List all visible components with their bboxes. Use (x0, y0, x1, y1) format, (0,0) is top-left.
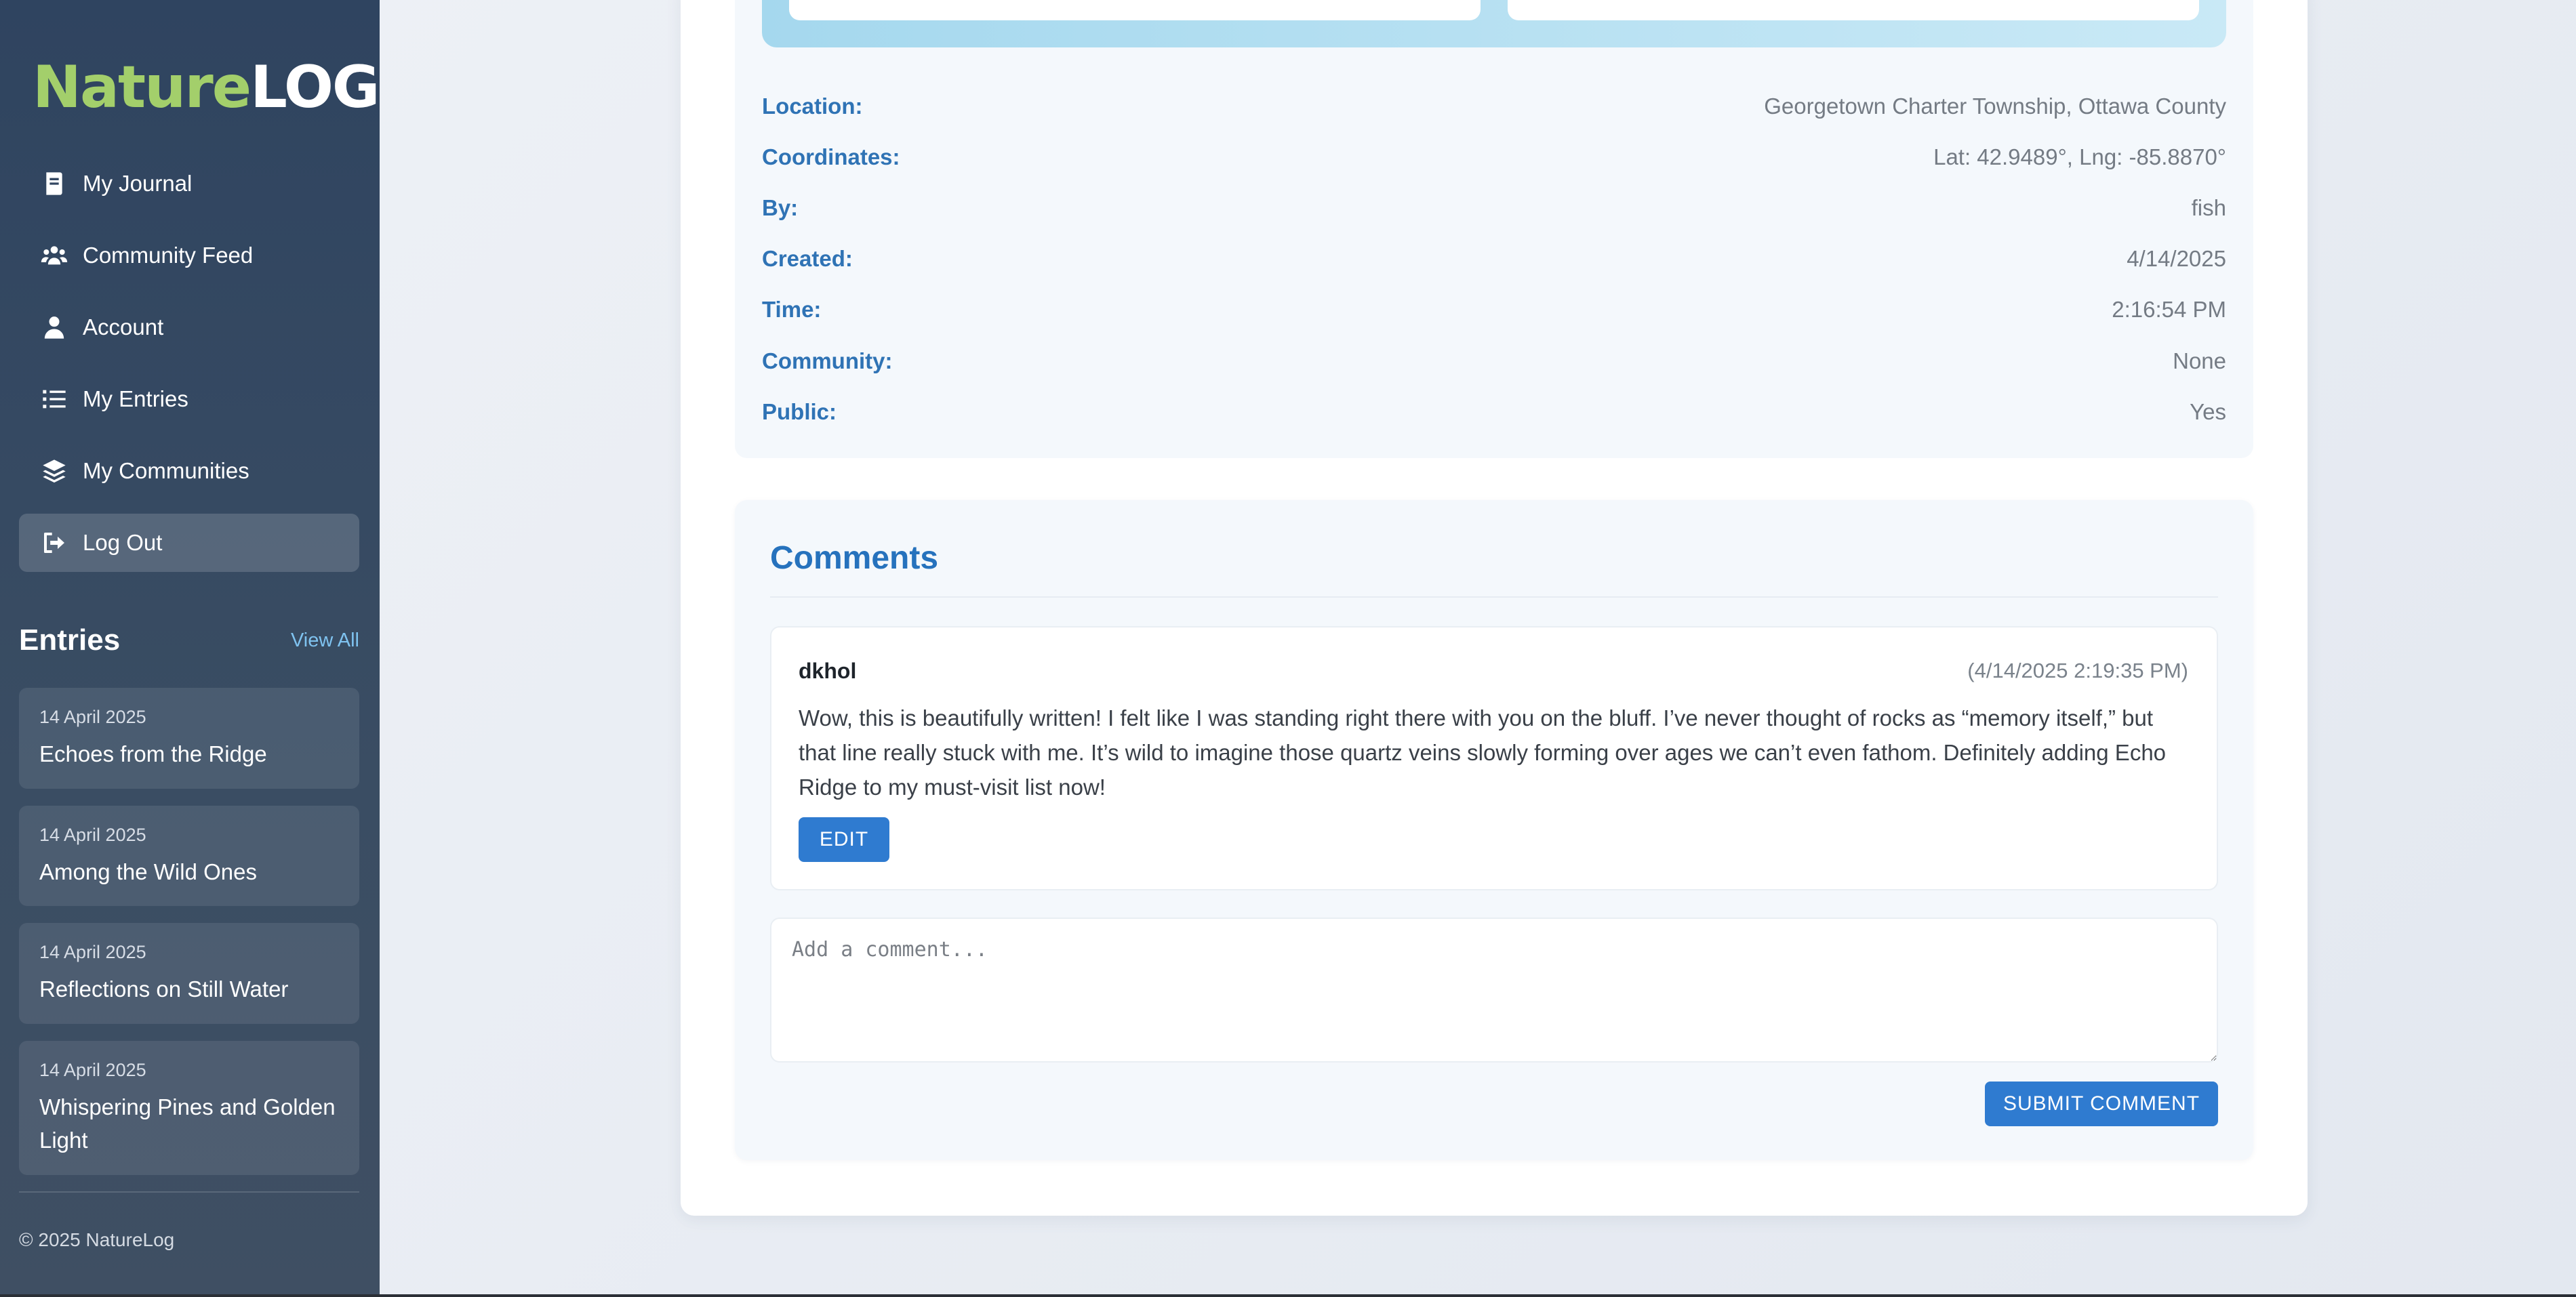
window-bottom-edge (0, 1294, 2576, 1297)
comment-body: Wow, this is beautifully written! I felt… (799, 705, 2167, 800)
copyright-text: © 2025 NatureLog (19, 1229, 175, 1250)
view-all-link[interactable]: View All (291, 630, 359, 652)
detail-value: None (2173, 348, 2226, 373)
layers-icon (39, 456, 69, 486)
detail-row-public: Public: Yes (762, 399, 2226, 425)
entries-header: Entries View All (19, 623, 359, 657)
users-icon (39, 241, 69, 270)
detail-label: Time: (762, 297, 822, 322)
detail-value: Georgetown Charter Township, Ottawa Coun… (1764, 94, 2226, 119)
comments-divider (770, 596, 2218, 598)
submit-comment-button[interactable]: SUBMIT COMMENT (1985, 1082, 2218, 1126)
logo-nature-text: Nature (33, 54, 251, 121)
detail-label: Created: (762, 246, 853, 271)
nav-item-label: Community Feed (83, 243, 254, 268)
logout-icon (39, 528, 69, 558)
detail-row-by: By: fish (762, 195, 2226, 221)
app-logo[interactable]: NatureLOG (33, 58, 380, 117)
nav-item-my-communities[interactable]: My Communities (19, 442, 359, 500)
nav-item-account[interactable]: Account (19, 298, 359, 356)
comment-author: dkhol (799, 659, 857, 683)
detail-label: Coordinates: (762, 144, 900, 169)
edit-comment-button[interactable]: EDIT (799, 817, 889, 862)
nav-item-my-entries[interactable]: My Entries (19, 370, 359, 428)
image-frame-left (789, 0, 1481, 20)
entry-card[interactable]: 14 April 2025 Whispering Pines and Golde… (19, 1040, 359, 1175)
nav-item-label: Log Out (83, 530, 163, 555)
entry-date: 14 April 2025 (39, 942, 146, 962)
nav-item-my-journal[interactable]: My Journal (19, 155, 359, 213)
detail-value: 4/14/2025 (2127, 246, 2226, 271)
detail-row-created: Created: 4/14/2025 (762, 246, 2226, 272)
entry-date: 14 April 2025 (39, 824, 146, 845)
sidebar: NatureLOG My Journal Community Feed Acco… (0, 0, 380, 1297)
entry-card[interactable]: 14 April 2025 Among the Wild Ones (19, 805, 359, 906)
entries-heading: Entries (19, 623, 121, 657)
nav-item-log-out[interactable]: Log Out (19, 514, 359, 572)
logo-log-text: LOG (250, 54, 380, 121)
detail-label: Public: (762, 399, 837, 424)
comment-input[interactable] (770, 918, 2218, 1063)
user-icon (39, 312, 69, 342)
detail-row-community: Community: None (762, 348, 2226, 374)
entry-card[interactable]: 14 April 2025 Reflections on Still Water (19, 923, 359, 1024)
sidebar-nav: My Journal Community Feed Account My Ent… (19, 155, 359, 585)
entry-title: Whispering Pines and Golden Light (39, 1094, 336, 1153)
nav-item-label: Account (83, 314, 164, 339)
nav-item-label: My Journal (83, 171, 193, 196)
entry-date: 14 April 2025 (39, 707, 146, 727)
comments-heading: Comments (770, 540, 939, 576)
entry-date: 14 April 2025 (39, 1059, 146, 1080)
detail-label: By: (762, 195, 799, 220)
entry-title: Echoes from the Ridge (39, 741, 267, 766)
detail-value: Yes (2190, 399, 2226, 424)
detail-label: Location: (762, 94, 863, 119)
comment-timestamp: (4/14/2025 2:19:35 PM) (1967, 659, 2188, 682)
list-icon (39, 384, 69, 414)
detail-row-coordinates: Coordinates: Lat: 42.9489°, Lng: -85.887… (762, 144, 2226, 170)
entry-card[interactable]: 14 April 2025 Echoes from the Ridge (19, 688, 359, 789)
image-frame-right (1508, 0, 2199, 20)
detail-value: fish (2191, 195, 2226, 220)
entry-title: Among the Wild Ones (39, 859, 257, 884)
nav-item-label: My Communities (83, 458, 249, 483)
sidebar-divider (19, 1191, 359, 1193)
detail-value: Lat: 42.9489°, Lng: -85.8870° (1933, 144, 2226, 169)
journal-icon (39, 169, 69, 199)
nav-item-community-feed[interactable]: Community Feed (19, 226, 359, 285)
detail-value: 2:16:54 PM (2112, 297, 2226, 322)
detail-row-location: Location: Georgetown Charter Township, O… (762, 94, 2226, 119)
detail-row-time: Time: 2:16:54 PM (762, 297, 2226, 323)
entry-list: 14 April 2025 Echoes from the Ridge 14 A… (19, 688, 359, 1192)
nav-item-label: My Entries (83, 386, 188, 411)
detail-label: Community: (762, 348, 893, 373)
entry-details-panel (735, 0, 2253, 458)
entry-title: Reflections on Still Water (39, 976, 289, 1002)
